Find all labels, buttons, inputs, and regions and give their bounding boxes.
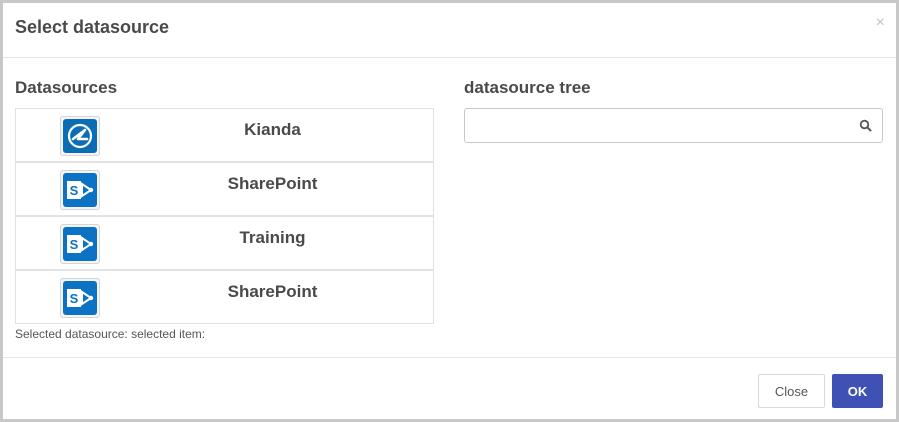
- close-button[interactable]: Close: [758, 374, 825, 408]
- search-icon[interactable]: [858, 118, 874, 134]
- datasource-item-sharepoint[interactable]: S SharePoint: [15, 162, 434, 216]
- sharepoint-icon: S: [60, 224, 100, 264]
- datasource-list: Kianda S SharePoint S Training S SharePo…: [15, 108, 434, 324]
- dialog-footer: Close OK: [3, 357, 896, 422]
- datasource-tree-search: [464, 108, 883, 143]
- close-icon[interactable]: ×: [876, 13, 885, 33]
- datasource-tree-heading: datasource tree: [464, 78, 591, 97]
- svg-text:S: S: [70, 183, 79, 198]
- datasource-item-kianda[interactable]: Kianda: [15, 108, 434, 162]
- datasource-label: SharePoint: [227, 174, 318, 193]
- sharepoint-icon: S: [60, 170, 100, 210]
- select-datasource-dialog: Select datasource × Datasources datasour…: [0, 0, 899, 422]
- datasource-label: Kianda: [244, 120, 301, 139]
- datasource-label: SharePoint: [227, 282, 318, 301]
- datasource-item-sharepoint-2[interactable]: S SharePoint: [15, 270, 434, 324]
- dialog-header: Select datasource ×: [3, 3, 896, 58]
- datasource-label: Training: [239, 228, 306, 247]
- ok-button[interactable]: OK: [832, 374, 883, 408]
- svg-text:S: S: [70, 291, 79, 306]
- dialog-title: Select datasource: [15, 17, 170, 37]
- datasource-tree-search-input[interactable]: [465, 109, 845, 142]
- kianda-logo-icon: [60, 116, 100, 156]
- datasource-item-training[interactable]: S Training: [15, 216, 434, 270]
- datasources-heading: Datasources: [15, 78, 118, 97]
- sharepoint-icon: S: [60, 278, 100, 318]
- svg-text:S: S: [70, 237, 79, 252]
- selected-datasource-info: Selected datasource: selected item:: [15, 327, 206, 341]
